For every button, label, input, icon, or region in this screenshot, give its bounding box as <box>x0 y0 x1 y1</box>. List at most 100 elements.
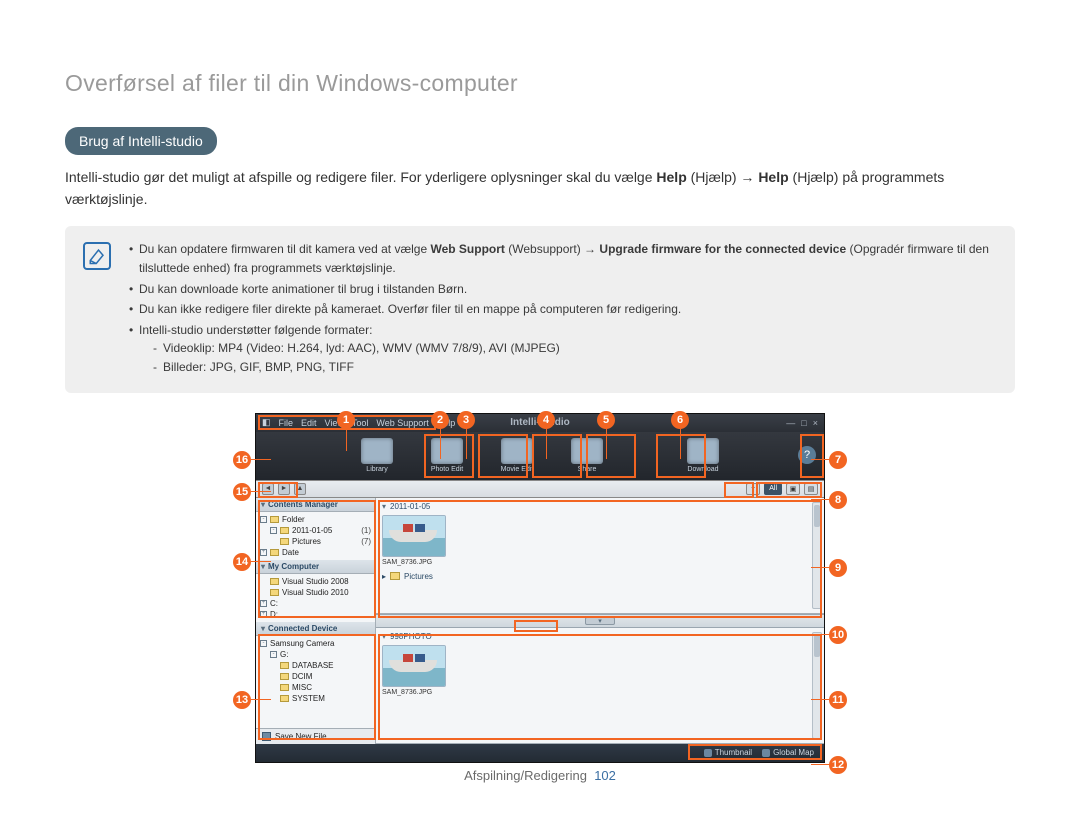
intro-help1: Help <box>656 169 686 185</box>
tree-label: MISC <box>292 683 312 692</box>
sidebar-computer-head[interactable]: ▾My Computer <box>256 560 375 574</box>
nav-fwd-icon[interactable]: ► <box>278 483 290 495</box>
file-name: SAM_8736.JPG <box>382 559 818 566</box>
sidebar: ▾Contents Manager -Folder -2011-01-05(1)… <box>256 498 376 744</box>
tree-label: Visual Studio 2008 <box>282 577 349 586</box>
callout-9: 9 <box>829 559 847 577</box>
tree-vs2008[interactable]: Visual Studio 2008 <box>260 576 371 587</box>
bottom-pane-header[interactable]: ▾998PHOTO <box>382 632 818 641</box>
toolbar-label: Movie Edit <box>495 466 539 473</box>
footer-thumbnail-tab[interactable]: Thumbnail <box>704 748 752 757</box>
note-item: Du kan ikke redigere filer direkte på ka… <box>129 300 997 319</box>
tree-count: (7) <box>361 537 371 546</box>
callout-number: 14 <box>236 556 248 568</box>
tree-label: Folder <box>282 515 305 524</box>
note-item: Du kan opdatere firmwaren til dit kamera… <box>129 240 997 277</box>
sidebar-contents-head[interactable]: ▾Contents Manager <box>256 498 375 512</box>
toolbar-label: Download <box>681 466 725 473</box>
tree-label: DCIM <box>292 672 312 681</box>
callout-number: 11 <box>832 694 844 706</box>
nav-back-icon[interactable]: ◄ <box>262 483 274 495</box>
window-minimize-icon[interactable]: — <box>786 418 795 428</box>
photo-thumbnail <box>382 645 446 687</box>
view-plus-icon[interactable]: + <box>746 483 760 495</box>
note-icon <box>83 242 111 270</box>
menu-file[interactable]: File <box>279 418 294 428</box>
thumbnail-item[interactable]: SAM_8736.JPG <box>382 515 818 566</box>
tree-label: Samsung Camera <box>270 639 334 648</box>
pane-title: 998PHOTO <box>390 632 432 641</box>
sidebar-title: Contents Manager <box>268 500 338 509</box>
tree-label: Visual Studio 2010 <box>282 588 349 597</box>
note-item: Du kan downloade korte animationer til b… <box>129 280 997 299</box>
thumbnail-item[interactable]: SAM_8736.JPG <box>382 645 818 696</box>
grid-icon <box>704 749 712 757</box>
menu-edit[interactable]: Edit <box>301 418 317 428</box>
app-window: ◧ File Edit View Tool Web Support Help I… <box>255 413 825 763</box>
toolbar-share[interactable]: Share <box>565 438 609 473</box>
page-number: 102 <box>594 768 616 783</box>
note-text: (Websupport) → <box>508 242 599 256</box>
pane-divider[interactable] <box>376 614 824 628</box>
tree-drive-d[interactable]: +D: <box>260 609 371 620</box>
file-name: SAM_8736.JPG <box>382 689 818 696</box>
callout-8: 8 <box>829 491 847 509</box>
top-pane-header[interactable]: ▾2011-01-05 <box>382 502 818 511</box>
filter-video-icon[interactable]: ▤ <box>804 483 818 495</box>
toolbar-library[interactable]: Library <box>355 438 399 473</box>
tree-folder-date[interactable]: -2011-01-05(1) <box>260 525 371 536</box>
scrollbar[interactable] <box>812 632 822 739</box>
tree-label: Pictures <box>292 537 321 546</box>
intro-help1-paren: (Hjælp) → <box>691 169 759 185</box>
callout-7: 7 <box>829 451 847 469</box>
tree-count: (1) <box>361 526 371 535</box>
note-box: Du kan opdatere firmwaren til dit kamera… <box>65 226 1015 392</box>
app-footer-bar: Thumbnail Global Map <box>256 744 824 762</box>
tree-dcim[interactable]: DCIM <box>260 671 371 682</box>
filter-all[interactable]: All <box>764 483 782 495</box>
tree-label: 2011-01-05 <box>292 526 332 535</box>
path-filter-bar: ◄ ► ▲ + All ▣ ▤ <box>256 480 824 498</box>
callout-number: 5 <box>603 414 609 426</box>
toolbar-movie-edit[interactable]: Movie Edit <box>495 438 539 473</box>
callout-15: 15 <box>233 483 251 501</box>
window-maximize-icon[interactable]: □ <box>801 418 806 428</box>
callout-number: 6 <box>677 414 683 426</box>
pane-title: 2011-01-05 <box>390 502 430 511</box>
bottom-pane: ▾998PHOTO SAM_8736.JPG <box>376 628 824 744</box>
toolbar-download[interactable]: Download <box>681 438 725 473</box>
tree-label: Date <box>282 548 299 557</box>
tree-drive-c[interactable]: +C: <box>260 598 371 609</box>
scrollbar[interactable] <box>812 502 822 609</box>
section-heading-pill: Brug af Intelli-studio <box>65 127 217 155</box>
nav-up-icon[interactable]: ▲ <box>294 483 306 495</box>
tree-database[interactable]: DATABASE <box>260 660 371 671</box>
tree-vs2010[interactable]: Visual Studio 2010 <box>260 587 371 598</box>
tree-label: G: <box>280 650 288 659</box>
note-subitem: Billeder: JPG, GIF, BMP, PNG, TIFF <box>153 358 997 377</box>
tree-label: C: <box>270 599 278 608</box>
annotated-screenshot: 1 2 3 4 5 6 7 8 9 10 11 12 16 15 14 13 <box>235 413 845 763</box>
menu-websupport[interactable]: Web Support <box>376 418 428 428</box>
toolbar-photo-edit[interactable]: Photo Edit <box>425 438 469 473</box>
help-icon[interactable]: ? <box>798 446 816 464</box>
callout-number: 2 <box>437 414 443 426</box>
tree-folder-pictures[interactable]: Pictures (7) <box>260 536 371 547</box>
save-new-file[interactable]: Save New File <box>256 728 375 744</box>
footer-globalmap-tab[interactable]: Global Map <box>762 748 814 757</box>
tree-drive-g[interactable]: -G: <box>260 649 371 660</box>
tree-date-root[interactable]: +Date <box>260 547 371 558</box>
sidebar-device-head[interactable]: ▾Connected Device <box>256 622 375 636</box>
tree-misc[interactable]: MISC <box>260 682 371 693</box>
window-close-icon[interactable]: × <box>813 418 818 428</box>
subfolder-pictures[interactable]: ▸Pictures <box>382 572 818 581</box>
filter-photo-icon[interactable]: ▣ <box>786 483 800 495</box>
footer-section: Afspilning/Redigering <box>464 768 587 783</box>
tree-system[interactable]: SYSTEM <box>260 693 371 704</box>
footer-label: Global Map <box>773 748 814 757</box>
sidebar-title: Connected Device <box>268 624 337 633</box>
callout-number: 7 <box>835 454 841 466</box>
tree-camera[interactable]: -Samsung Camera <box>260 638 371 649</box>
intro-help2: Help <box>758 169 788 185</box>
tree-folder-root[interactable]: -Folder <box>260 514 371 525</box>
